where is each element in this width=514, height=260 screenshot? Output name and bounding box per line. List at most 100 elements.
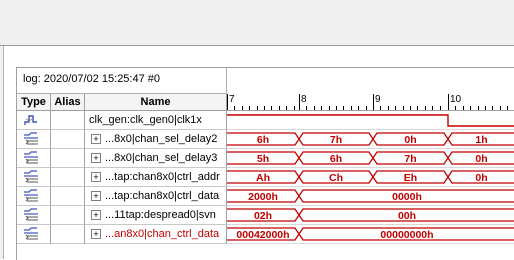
- ruler-minor-tick: [439, 106, 441, 110]
- signal-name-cell[interactable]: clk_gen:clk_gen0|clk1x: [85, 111, 227, 130]
- column-header-type[interactable]: Type: [17, 94, 51, 111]
- signal-type-cell: [17, 225, 51, 244]
- signal-name-label: ...an8x0|chan_ctrl_data: [105, 228, 220, 240]
- signal-name-cell[interactable]: + ...8x0|chan_sel_delay3: [85, 149, 227, 168]
- expand-icon[interactable]: +: [91, 229, 101, 239]
- clock-waveform: [227, 114, 514, 127]
- ruler-minor-tick: [380, 106, 382, 110]
- bus-value-label: 02h: [254, 210, 272, 222]
- expand-icon[interactable]: +: [91, 191, 101, 201]
- expand-icon[interactable]: +: [91, 134, 101, 144]
- signal-alias-cell: [51, 187, 85, 206]
- log-label: log: 2020/07/02 15:25:47 #0: [23, 73, 161, 85]
- waveform-canvas[interactable]: 6h 7h 0h 1h 5h 6h 7h 0h Ah Ch Eh 0h 2000h 0000h 02h 00h…: [227, 111, 514, 260]
- time-ruler[interactable]: 7 8 9 10: [227, 94, 514, 111]
- ruler-minor-tick: [424, 106, 426, 110]
- bus-value-label: 1h: [475, 134, 487, 146]
- ruler-minor-tick: [358, 106, 360, 110]
- ruler-label: 10: [450, 94, 462, 105]
- bus-value-label: 0h: [404, 134, 416, 146]
- signal-name-cell[interactable]: + ...tap:chan8x0|ctrl_addr: [85, 168, 227, 187]
- ruler-minor-tick: [410, 106, 411, 110]
- signal-name-label: ...tap:chan8x0|ctrl_addr: [105, 171, 220, 183]
- ruler-minor-tick: [492, 106, 494, 110]
- bus-value-label: 6h: [257, 134, 269, 146]
- bus-value-label: 00h: [398, 210, 416, 222]
- expand-icon[interactable]: +: [91, 210, 101, 220]
- signal-alias-cell: [51, 111, 85, 130]
- column-header-alias[interactable]: Alias: [51, 94, 85, 111]
- ruler-minor-tick: [455, 106, 457, 110]
- ruler-minor-tick: [249, 106, 251, 110]
- signal-name-label: ...11tap:despread0|svn: [105, 209, 216, 221]
- separator: [0, 45, 514, 46]
- ruler-minor-tick: [286, 106, 288, 110]
- ruler-minor-tick: [234, 106, 236, 110]
- ruler-tick: [227, 94, 228, 110]
- toolbar-area: [0, 0, 514, 45]
- ruler-minor-tick: [417, 106, 419, 110]
- ruler-minor-tick: [278, 106, 280, 110]
- signal-alias-cell: [51, 168, 85, 187]
- signal-name-label: ...tap:chan8x0|ctrl_data: [105, 190, 220, 202]
- ruler-minor-tick: [507, 106, 509, 110]
- signal-type-cell: [17, 168, 51, 187]
- signal-name-cell[interactable]: + ...8x0|chan_sel_delay2: [85, 130, 227, 149]
- ruler-minor-tick: [271, 106, 273, 110]
- signal-name-cell[interactable]: + ...an8x0|chan_ctrl_data: [85, 225, 227, 244]
- signal-alias-cell: [51, 149, 85, 168]
- signal-name-cell[interactable]: + ...11tap:despread0|svn: [85, 206, 227, 225]
- bus-value-label: 00000000h: [380, 229, 433, 241]
- signal-name-label: ...8x0|chan_sel_delay2: [105, 133, 218, 145]
- signal-type-cell: [17, 111, 51, 130]
- ruler-minor-tick: [336, 106, 337, 110]
- bus-signal-icon: [24, 151, 38, 164]
- signal-type-cell: [17, 206, 51, 225]
- expand-icon[interactable]: +: [91, 172, 101, 182]
- bus-value-label: Ch: [329, 172, 343, 184]
- left-frame: [0, 46, 4, 259]
- signal-name-cell[interactable]: + ...tap:chan8x0|ctrl_data: [85, 187, 227, 206]
- ruler-minor-tick: [477, 106, 479, 110]
- ruler-minor-tick: [343, 106, 345, 110]
- ruler-minor-tick: [485, 106, 486, 110]
- signal-name-label: clk_gen:clk_gen0|clk1x: [89, 114, 202, 126]
- signal-alias-cell: [51, 206, 85, 225]
- ruler-minor-tick: [402, 106, 404, 110]
- ruler-minor-tick: [432, 106, 434, 110]
- bus-value-label: Ah: [256, 172, 270, 184]
- ruler-minor-tick: [241, 106, 243, 110]
- ruler-minor-tick: [387, 106, 389, 110]
- signal-alias-cell: [51, 225, 85, 244]
- ruler-minor-tick: [293, 106, 295, 110]
- ruler-tick: [448, 94, 449, 110]
- bus-signal-icon: [24, 170, 38, 183]
- signal-type-cell: [17, 149, 51, 168]
- bus-value-label: Eh: [404, 172, 417, 184]
- ruler-minor-tick: [313, 106, 315, 110]
- bus-value-label: 00042000h: [236, 229, 289, 241]
- clock-signal-icon: [24, 115, 37, 125]
- bus-value-label: 7h: [330, 134, 342, 146]
- ruler-tick: [373, 94, 374, 110]
- ruler-minor-tick: [350, 106, 352, 110]
- ruler-label: 9: [375, 94, 381, 105]
- signal-name-label: ...8x0|chan_sel_delay3: [105, 152, 218, 164]
- expand-icon[interactable]: +: [91, 153, 101, 163]
- ruler-minor-tick: [328, 106, 330, 110]
- ruler-minor-tick: [321, 106, 323, 110]
- ruler-tick: [299, 94, 300, 110]
- ruler-label: 7: [229, 94, 235, 105]
- waveform-panel: log: 2020/07/02 15:25:47 #0 Type Alias N…: [16, 67, 514, 260]
- ruler-minor-tick: [365, 106, 367, 110]
- ruler-minor-tick: [306, 106, 308, 110]
- bus-value-label: 0h: [475, 172, 487, 184]
- column-header-name[interactable]: Name: [85, 94, 227, 111]
- bus-signal-icon: [24, 227, 38, 240]
- bus-value-label: 0000h: [392, 191, 422, 203]
- ruler-minor-tick: [264, 106, 265, 110]
- ruler-minor-tick: [470, 106, 472, 110]
- bus-value-label: 0h: [475, 153, 487, 165]
- bus-signal-icon: [24, 208, 38, 221]
- ruler-minor-tick: [499, 106, 501, 110]
